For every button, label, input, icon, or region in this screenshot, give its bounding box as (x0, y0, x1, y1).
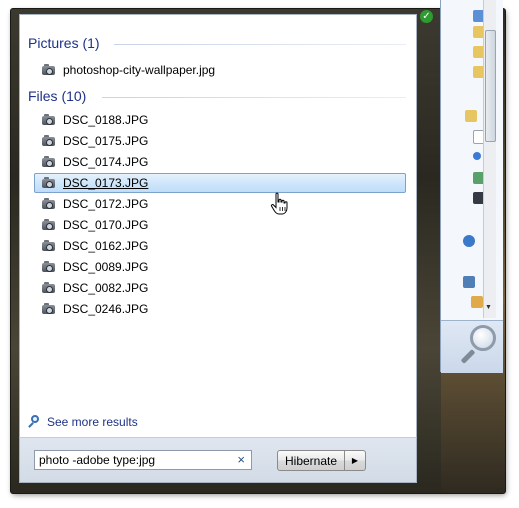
music-icon (473, 152, 481, 160)
image-file-icon (41, 260, 57, 274)
image-file-icon (41, 176, 57, 190)
result-item-file[interactable]: DSC_0082.JPG (34, 278, 406, 298)
result-item-label: DSC_0082.JPG (63, 281, 149, 295)
recycle-icon (471, 296, 483, 308)
computer-icon (463, 276, 475, 288)
result-item-label: DSC_0174.JPG (63, 155, 149, 169)
result-item-file[interactable]: DSC_0162.JPG (34, 236, 406, 256)
start-menu-bottom-bar: × Hibernate ▶ (19, 437, 417, 483)
image-file-icon (41, 113, 57, 127)
result-item-file[interactable]: DSC_0175.JPG (34, 131, 406, 151)
result-item-label: DSC_0170.JPG (63, 218, 149, 232)
result-item-file[interactable]: DSC_0170.JPG (34, 215, 406, 235)
hibernate-button[interactable]: Hibernate (277, 450, 345, 471)
result-item-picture[interactable]: photoshop-city-wallpaper.jpg (34, 60, 406, 80)
result-item-label: DSC_0172.JPG (63, 197, 149, 211)
check-icon: ✓ (420, 10, 433, 23)
result-item-file[interactable]: DSC_0188.JPG (34, 110, 406, 130)
result-item-file[interactable]: DSC_0089.JPG (34, 257, 406, 277)
scroll-down-icon: ▼ (485, 304, 492, 311)
result-item-label: DSC_0246.JPG (63, 302, 149, 316)
image-file-icon (41, 239, 57, 253)
image-file-icon (41, 197, 57, 211)
result-item-file[interactable]: DSC_0246.JPG (34, 299, 406, 319)
see-more-results-link[interactable]: See more results (28, 415, 138, 429)
clear-search-icon[interactable]: × (237, 453, 245, 467)
group-header-pictures[interactable]: Pictures (1) (28, 35, 100, 51)
image-file-icon (41, 218, 57, 232)
large-magnifier-icon (460, 325, 500, 369)
magnifier-icon (28, 415, 42, 429)
image-file-icon (41, 281, 57, 295)
background-scrollbar: ▼ (483, 0, 496, 318)
scrollbar-thumb (485, 30, 496, 142)
group-divider (114, 44, 406, 45)
image-file-icon (41, 134, 57, 148)
group-divider (102, 97, 406, 98)
network-icon (463, 235, 475, 247)
result-item-label: photoshop-city-wallpaper.jpg (63, 63, 216, 77)
folder-icon (465, 110, 477, 122)
search-box[interactable]: × (34, 450, 252, 470)
result-item-label: DSC_0089.JPG (63, 260, 149, 274)
group-header-files[interactable]: Files (10) (28, 88, 86, 104)
image-file-icon (41, 155, 57, 169)
result-item-label: DSC_0162.JPG (63, 239, 149, 253)
result-item-label: DSC_0188.JPG (63, 113, 149, 127)
search-input[interactable] (39, 453, 229, 467)
hand-cursor-icon (270, 192, 288, 215)
result-item-label: DSC_0175.JPG (63, 134, 149, 148)
image-file-icon (41, 63, 57, 77)
result-item-file[interactable]: DSC_0173.JPG (34, 173, 406, 193)
result-item-label: DSC_0173.JPG (63, 176, 149, 190)
power-options-arrow-icon[interactable]: ▶ (344, 450, 366, 471)
see-more-results-label: See more results (47, 415, 138, 429)
result-item-file[interactable]: DSC_0174.JPG (34, 152, 406, 172)
result-item-file[interactable]: DSC_0172.JPG (34, 194, 406, 214)
background-window: ▼ (440, 0, 503, 373)
image-file-icon (41, 302, 57, 316)
search-results-pane: Pictures (1) photoshop-city-wallpaper.jp… (19, 14, 417, 438)
